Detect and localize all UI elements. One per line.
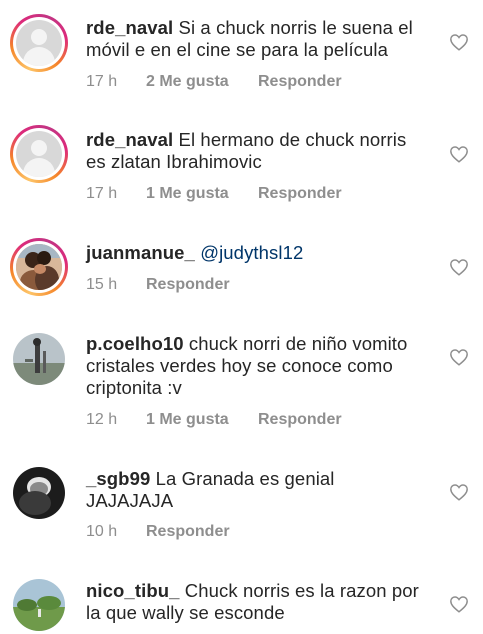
- comment-body: chuck norri de niño vomito: [188, 333, 408, 354]
- landscape-photo-avatar: [13, 579, 65, 631]
- avatar[interactable]: [10, 238, 68, 296]
- comment-body: El hermano de chuck norris: [178, 129, 407, 150]
- comment-time: 17 h: [86, 73, 118, 90]
- comment-text: rde_naval El hermano de chuck norris es …: [86, 129, 441, 173]
- comment-time: 17 h: [86, 185, 118, 202]
- avatar[interactable]: [10, 330, 68, 388]
- comment-text: rde_naval Si a chuck norris le suena el …: [86, 17, 441, 61]
- comment-meta: 15 h Responder: [86, 276, 230, 294]
- heart-outline-icon[interactable]: [449, 33, 469, 51]
- comment-body-line3: criptonita :v: [86, 377, 182, 398]
- default-avatar-icon: [16, 131, 62, 177]
- avatar[interactable]: [10, 125, 68, 183]
- likes-count[interactable]: 2 Me gusta: [146, 73, 258, 91]
- reply-button[interactable]: Responder: [146, 276, 230, 294]
- comment-meta: 17 h 2 Me gusta Responder: [86, 73, 342, 91]
- heart-outline-icon[interactable]: [449, 348, 469, 366]
- comment-meta: 10 h Responder: [86, 523, 230, 541]
- comment-body-line2: la que wally se esconde: [86, 602, 285, 623]
- reply-button[interactable]: Responder: [258, 411, 342, 429]
- heart-outline-icon[interactable]: [449, 483, 469, 501]
- comment-body: Chuck norris es la razon por: [184, 580, 419, 601]
- story-ring: [10, 125, 68, 183]
- avatar[interactable]: [10, 576, 68, 634]
- comment-username[interactable]: rde_naval: [86, 17, 173, 38]
- comment-body-line2: es zlatan Ibrahimovic: [86, 151, 262, 172]
- dark-photo-avatar: [13, 467, 65, 519]
- reply-button[interactable]: Responder: [258, 185, 342, 203]
- heart-outline-icon[interactable]: [449, 258, 469, 276]
- comment-body-line2: móvil e en el cine se para la película: [86, 39, 389, 60]
- comment-username[interactable]: _sgb99: [86, 468, 150, 489]
- mention-link[interactable]: @judythsl12: [200, 242, 303, 263]
- comment-time: 15 h: [86, 276, 118, 293]
- comment-text: p.coelho10 chuck norri de niño vomito cr…: [86, 333, 441, 399]
- heart-outline-icon[interactable]: [449, 595, 469, 613]
- comment-meta: 12 h 1 Me gusta Responder: [86, 411, 342, 429]
- avatar[interactable]: [10, 464, 68, 522]
- outdoor-photo-avatar: [13, 333, 65, 385]
- comment-meta: 17 h 1 Me gusta Responder: [86, 185, 342, 203]
- likes-count[interactable]: 1 Me gusta: [146, 185, 258, 203]
- likes-count[interactable]: 1 Me gusta: [146, 411, 258, 429]
- comment-username[interactable]: nico_tibu_: [86, 580, 180, 601]
- comment-username[interactable]: juanmanue_: [86, 242, 195, 263]
- comment-body-line2: JAJAJAJA: [86, 490, 174, 511]
- comment-text: juanmanue_ @judythsl12: [86, 242, 441, 264]
- comment-time: 12 h: [86, 411, 118, 428]
- comment-username[interactable]: rde_naval: [86, 129, 173, 150]
- story-ring: [10, 238, 68, 296]
- reply-button[interactable]: Responder: [146, 523, 230, 541]
- comment-body: Si a chuck norris le suena el: [178, 17, 413, 38]
- comment-text: _sgb99 La Granada es genial JAJAJAJA: [86, 468, 441, 512]
- couple-photo-avatar: [16, 244, 62, 290]
- comment-body-line2: cristales verdes hoy se conoce como: [86, 355, 393, 376]
- reply-button[interactable]: Responder: [258, 73, 342, 91]
- default-avatar-icon: [16, 20, 62, 66]
- avatar[interactable]: [10, 14, 68, 72]
- comment-username[interactable]: p.coelho10: [86, 333, 184, 354]
- comment-time: 10 h: [86, 523, 118, 540]
- comment-body: La Granada es genial: [155, 468, 335, 489]
- story-ring: [10, 14, 68, 72]
- heart-outline-icon[interactable]: [449, 145, 469, 163]
- comment-text: nico_tibu_ Chuck norris es la razon por …: [86, 580, 441, 624]
